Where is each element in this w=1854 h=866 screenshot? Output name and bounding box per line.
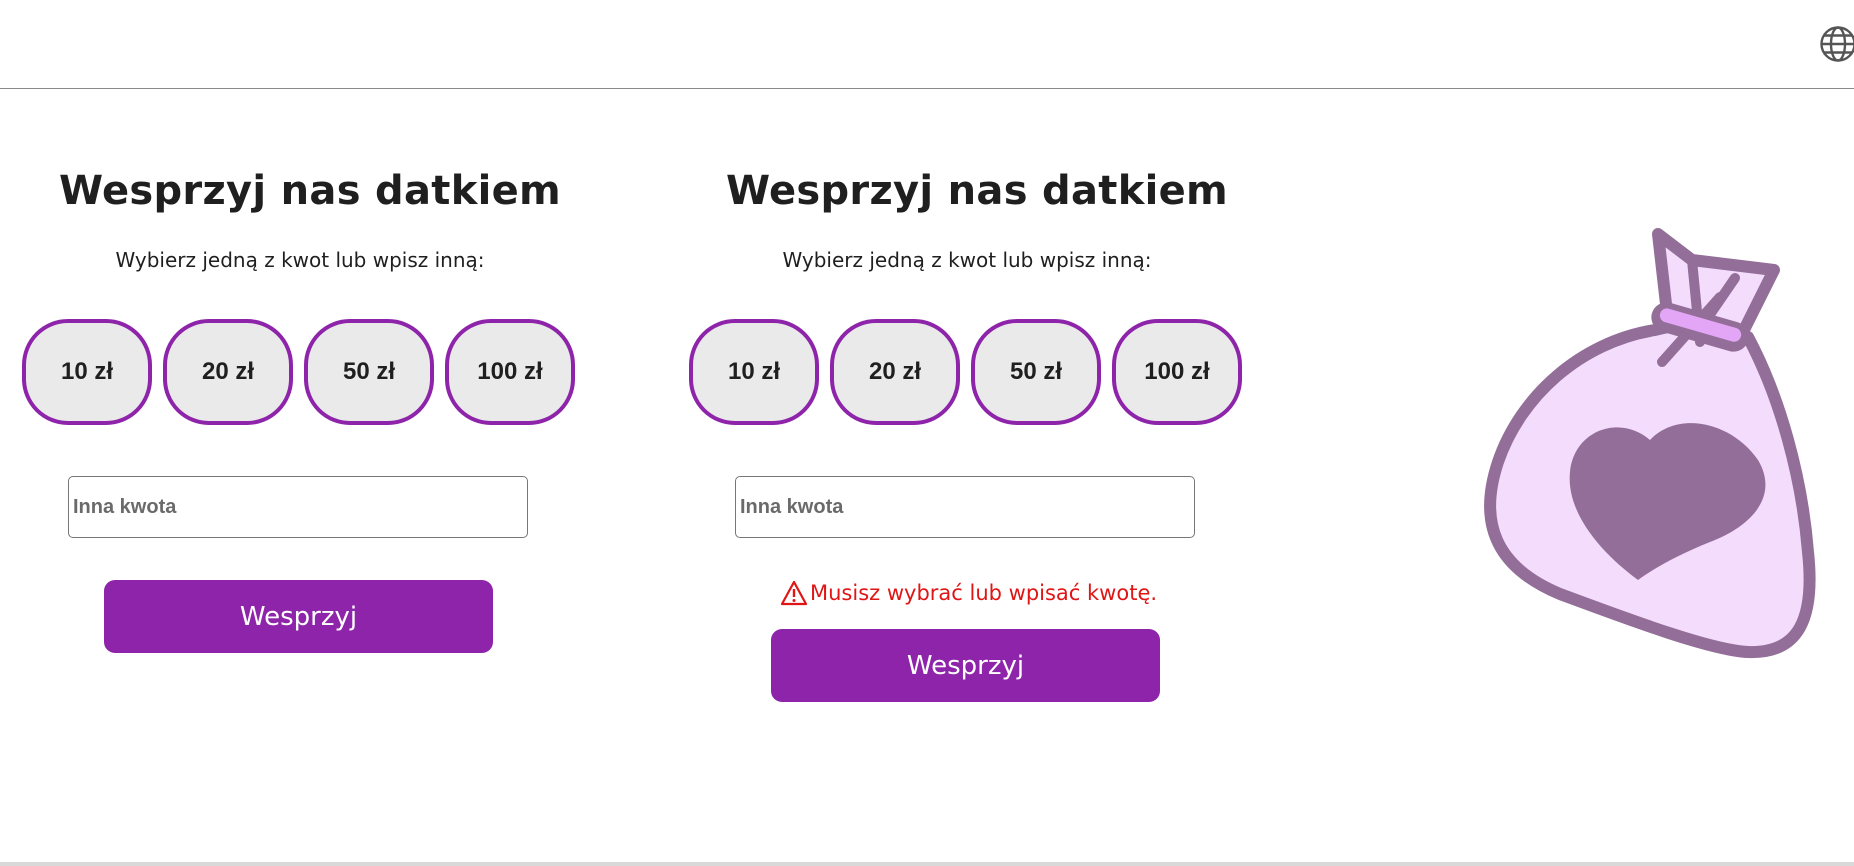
form-subtitle: Wybierz jedną z kwot lub wpisz inną:	[115, 248, 485, 272]
form-title: Wesprzyj nas datkiem	[725, 168, 1229, 214]
bottom-edge	[0, 862, 1854, 866]
top-bar	[0, 0, 1854, 89]
amount-button-20[interactable]: 20 zł	[163, 319, 293, 425]
form-title: Wesprzyj nas datkiem	[58, 168, 562, 214]
other-amount-input[interactable]	[735, 476, 1195, 538]
globe-icon[interactable]	[1818, 25, 1854, 63]
error-message: Musisz wybrać lub wpisać kwotę.	[780, 580, 1180, 606]
warning-triangle-icon	[780, 580, 808, 606]
amount-button-10[interactable]: 10 zł	[22, 319, 152, 425]
amount-button-100[interactable]: 100 zł	[1112, 319, 1242, 425]
support-button[interactable]: Wesprzyj	[104, 580, 493, 653]
error-text: Musisz wybrać lub wpisać kwotę.	[810, 581, 1158, 605]
amount-button-100[interactable]: 100 zł	[445, 319, 575, 425]
amount-button-50[interactable]: 50 zł	[304, 319, 434, 425]
amount-button-50[interactable]: 50 zł	[971, 319, 1101, 425]
amount-button-10[interactable]: 10 zł	[689, 319, 819, 425]
other-amount-input[interactable]	[68, 476, 528, 538]
form-subtitle: Wybierz jedną z kwot lub wpisz inną:	[782, 248, 1152, 272]
support-button[interactable]: Wesprzyj	[771, 629, 1160, 702]
amount-button-20[interactable]: 20 zł	[830, 319, 960, 425]
money-bag-heart-icon	[1470, 222, 1820, 667]
